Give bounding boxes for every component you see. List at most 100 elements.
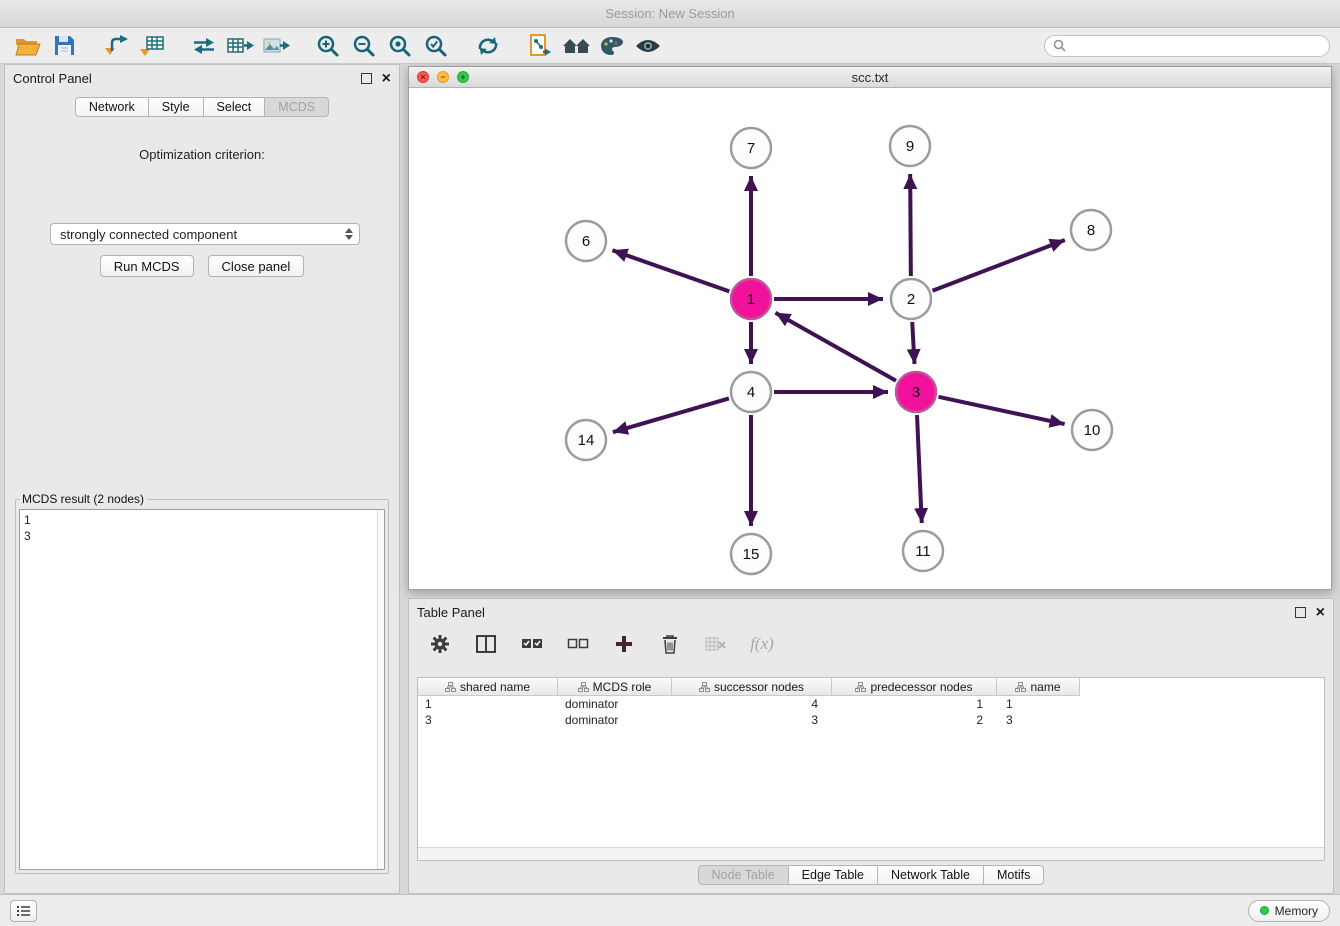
columns-icon	[476, 635, 496, 653]
result-item[interactable]: 3	[24, 528, 380, 544]
zoom-in-button[interactable]	[310, 30, 346, 62]
tab-network[interactable]: Network	[75, 97, 149, 117]
homes-icon	[562, 36, 591, 56]
graph-node-6[interactable]: 6	[566, 221, 606, 261]
unselect-all-button[interactable]	[565, 631, 591, 657]
graph-node-9[interactable]: 9	[890, 126, 930, 166]
close-panel-icon[interactable]: ×	[382, 73, 391, 84]
minimize-window-button[interactable]: −	[437, 71, 449, 83]
result-scrollbar[interactable]	[377, 510, 384, 869]
tab-style[interactable]: Style	[149, 97, 204, 117]
horizontal-scrollbar[interactable]	[418, 847, 1324, 860]
import-table-button[interactable]	[134, 30, 170, 62]
export-image-button[interactable]	[258, 30, 294, 62]
zoom-fit-button[interactable]	[382, 30, 418, 62]
maximize-window-button[interactable]: +	[457, 71, 469, 83]
home-layout-button[interactable]	[558, 30, 594, 62]
save-session-button[interactable]	[46, 30, 82, 62]
close-panel-icon[interactable]: ×	[1316, 607, 1325, 618]
network-window-titlebar[interactable]: × − + scc.txt	[409, 67, 1331, 88]
graph-node-1[interactable]: 1	[731, 279, 771, 319]
table-row[interactable]: 3dominator323	[418, 712, 1324, 728]
run-mcds-button[interactable]: Run MCDS	[100, 255, 194, 277]
graph-node-8[interactable]: 8	[1071, 210, 1111, 250]
table-cell: 3	[997, 712, 1080, 728]
graph-node-3[interactable]: 3	[896, 372, 936, 412]
graph-node-4[interactable]: 4	[731, 372, 771, 412]
new-network-button[interactable]	[186, 30, 222, 62]
tab-network-table[interactable]: Network Table	[878, 865, 984, 885]
criterion-select[interactable]: strongly connected component	[50, 223, 360, 245]
table-toolbar: f(x)	[409, 625, 1333, 663]
select-all-button[interactable]	[519, 631, 545, 657]
column-header-predecessor-nodes[interactable]: predecessor nodes	[832, 678, 997, 696]
edge-3-1[interactable]	[775, 313, 896, 381]
table-arrow-icon	[227, 36, 254, 56]
column-header-name[interactable]: name	[997, 678, 1080, 696]
table-cell: dominator	[558, 712, 672, 728]
float-panel-icon[interactable]	[1295, 607, 1306, 618]
import-network-button[interactable]	[98, 30, 134, 62]
graph-node-15[interactable]: 15	[731, 534, 771, 574]
mcds-result-list[interactable]: 1 3	[19, 509, 385, 870]
column-header-shared-name[interactable]: shared name	[418, 678, 558, 696]
zoom-selected-icon	[424, 34, 448, 58]
column-header-MCDS-role[interactable]: MCDS role	[558, 678, 672, 696]
edge-3-10[interactable]	[938, 397, 1064, 424]
edge-2-3[interactable]	[912, 322, 914, 364]
checked-boxes-icon	[521, 637, 543, 651]
search-input[interactable]	[1071, 38, 1321, 54]
graph-node-14[interactable]: 14	[566, 420, 606, 460]
graph-node-2[interactable]: 2	[891, 279, 931, 319]
add-column-button[interactable]	[611, 631, 637, 657]
close-panel-button[interactable]: Close panel	[208, 255, 305, 277]
search-box[interactable]	[1044, 35, 1330, 57]
edge-3-11[interactable]	[917, 415, 922, 523]
tab-motifs[interactable]: Motifs	[984, 865, 1044, 885]
edge-4-14[interactable]	[613, 398, 729, 432]
control-panel-tabs: Network Style Select MCDS	[5, 97, 399, 117]
node-label: 1	[747, 291, 755, 308]
table-body: 1dominator4113dominator323	[418, 696, 1324, 728]
refresh-view-button[interactable]	[470, 30, 506, 62]
apply-style-button[interactable]	[594, 30, 630, 62]
graph-node-11[interactable]: 11	[903, 531, 943, 571]
tab-mcds[interactable]: MCDS	[265, 97, 329, 117]
graph-node-7[interactable]: 7	[731, 128, 771, 168]
table-panel-title: Table Panel	[417, 605, 485, 620]
status-bar: Memory	[0, 894, 1340, 926]
edge-1-6[interactable]	[612, 250, 729, 291]
tab-node-table[interactable]: Node Table	[698, 865, 789, 885]
import-network-icon	[103, 35, 129, 57]
show-column-button[interactable]	[473, 631, 499, 657]
main-toolbar	[0, 28, 1340, 64]
edge-2-8[interactable]	[932, 240, 1064, 291]
tab-select[interactable]: Select	[204, 97, 266, 117]
zoom-out-button[interactable]	[346, 30, 382, 62]
close-window-button[interactable]: ×	[417, 71, 429, 83]
open-file-button[interactable]	[10, 30, 46, 62]
new-table-button[interactable]	[222, 30, 258, 62]
tab-edge-table[interactable]: Edge Table	[789, 865, 878, 885]
node-label: 8	[1087, 222, 1095, 239]
show-panel-button[interactable]	[10, 900, 37, 922]
result-item[interactable]: 1	[24, 512, 380, 528]
column-header-successor-nodes[interactable]: successor nodes	[672, 678, 832, 696]
graph-node-10[interactable]: 10	[1072, 410, 1112, 450]
table-settings-button[interactable]	[427, 631, 453, 657]
show-hide-graphics-button[interactable]	[630, 30, 666, 62]
zoom-in-icon	[316, 34, 340, 58]
document-network-icon	[529, 34, 552, 58]
memory-button[interactable]: Memory	[1248, 900, 1330, 922]
node-label: 7	[747, 140, 755, 157]
network-graph-canvas[interactable]: 7 9 6 8 1 2 4 3 14 10 15 11	[409, 88, 1331, 589]
delete-column-button[interactable]	[657, 631, 683, 657]
copy-network-button[interactable]	[522, 30, 558, 62]
node-label: 6	[582, 233, 590, 250]
edge-2-9[interactable]	[910, 174, 911, 276]
zoom-out-icon	[352, 34, 376, 58]
zoom-selected-button[interactable]	[418, 30, 454, 62]
table-row[interactable]: 1dominator411	[418, 696, 1324, 712]
table-cell: 1	[832, 696, 997, 712]
float-panel-icon[interactable]	[361, 73, 372, 84]
